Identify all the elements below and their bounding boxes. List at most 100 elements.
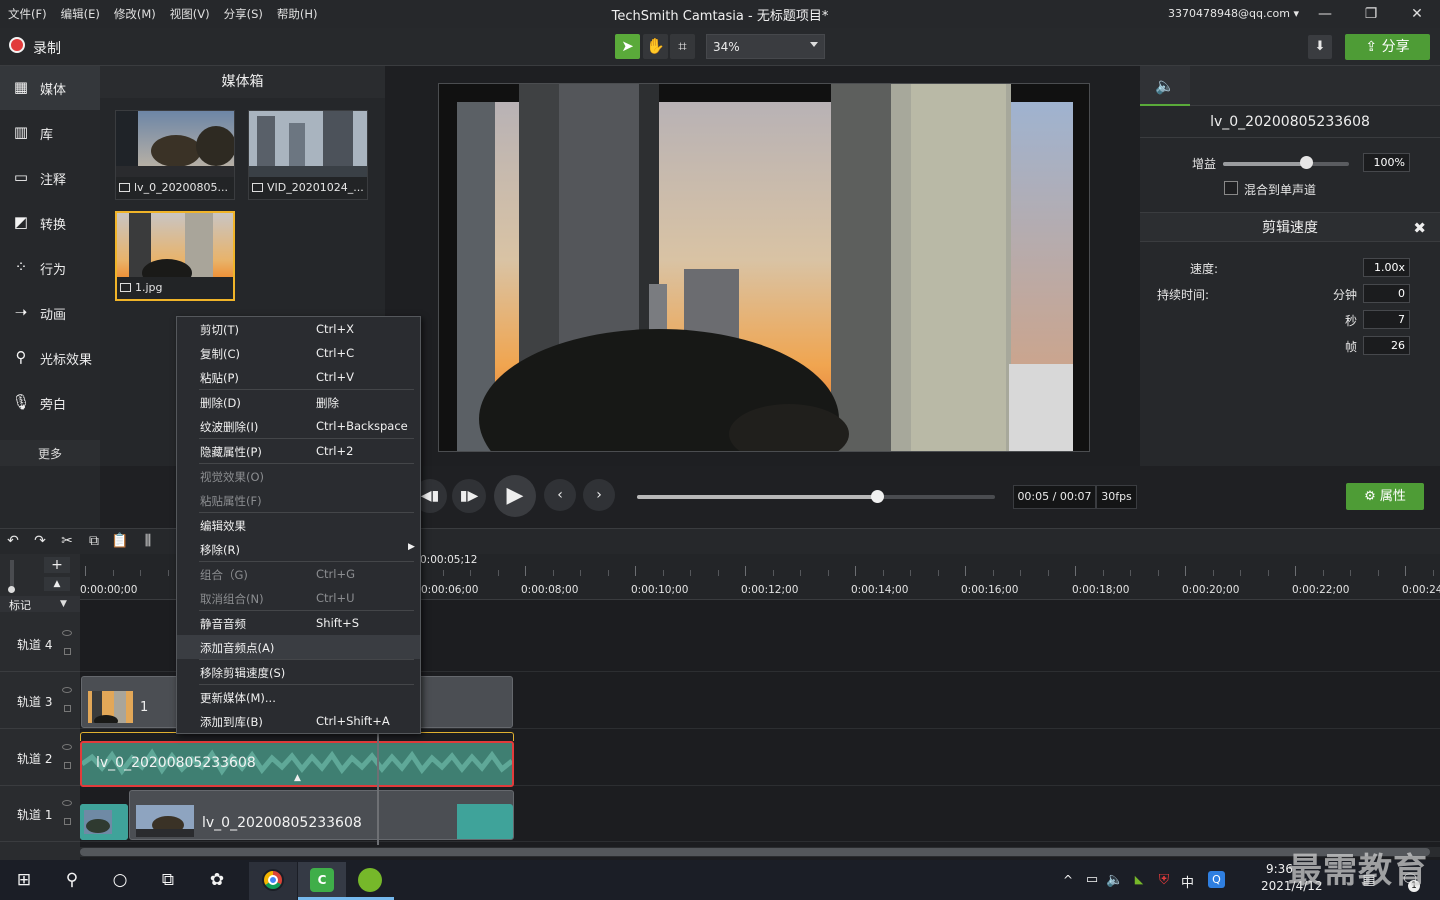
lock-icon[interactable]	[64, 762, 71, 769]
lock-icon[interactable]	[64, 705, 71, 712]
audio-segment	[457, 804, 513, 839]
timeline-scrollbar[interactable]	[80, 847, 1440, 857]
minimize-icon[interactable]: —	[1315, 4, 1335, 24]
lock-icon[interactable]	[64, 818, 71, 825]
crop-tool-icon[interactable]: ⌗	[670, 34, 695, 59]
copy-icon[interactable]: ⧉	[84, 531, 104, 551]
properties-button[interactable]: ⚙ 属性	[1346, 483, 1424, 510]
ime-indicator[interactable]: 中	[1181, 872, 1194, 891]
play-icon[interactable]: ▶	[494, 475, 536, 517]
media-item[interactable]: lv_0_20200805...	[115, 110, 235, 200]
transition-clip[interactable]	[80, 804, 128, 840]
mono-checkbox[interactable]	[1224, 181, 1238, 195]
eye-icon[interactable]	[62, 744, 72, 750]
zoom-slider-handle[interactable]	[8, 586, 15, 593]
menu-item-update-media[interactable]: 更新媒体(M)...	[177, 685, 420, 709]
next-icon[interactable]: ›	[583, 479, 615, 511]
track-name: 轨道 1	[17, 808, 53, 822]
menu-item-remove-clip-speed[interactable]: 移除剪辑速度(S)	[177, 660, 420, 684]
menu-item-remove[interactable]: 移除(R) ▶	[177, 537, 420, 561]
preview-canvas[interactable]	[438, 83, 1090, 452]
eye-icon[interactable]	[62, 687, 72, 693]
sidebar-item-media[interactable]: ▦ 媒体	[0, 66, 100, 110]
shield-icon[interactable]: ⛨	[1150, 866, 1178, 894]
playback-handle[interactable]	[870, 490, 884, 503]
media-item[interactable]: VID_20201024_...	[248, 110, 368, 200]
zoom-in-icon[interactable]: +	[44, 557, 70, 573]
redo-icon[interactable]: ↷	[30, 531, 50, 551]
menu-item-paste[interactable]: 粘贴(P) Ctrl+V	[177, 365, 420, 389]
record-icon[interactable]	[9, 37, 25, 53]
menu-item-delete[interactable]: 删除(D) 删除	[177, 390, 420, 414]
track-2-header[interactable]: 轨道 2	[0, 730, 80, 786]
account-menu[interactable]: 3370478948@qq.com ▾	[1168, 7, 1299, 20]
green-app-icon[interactable]	[358, 868, 382, 892]
gain-slider[interactable]	[1223, 162, 1349, 166]
chevron-down-icon[interactable]: ▼	[60, 599, 67, 609]
gain-slider-handle[interactable]	[1300, 156, 1314, 169]
sidebar-item-voice-narration[interactable]: 🎙 旁白	[0, 381, 100, 425]
qq-icon[interactable]: Q	[1208, 871, 1225, 888]
step-forward-icon[interactable]: ▮▶	[452, 479, 486, 513]
undo-icon[interactable]: ↶	[3, 531, 23, 551]
clip-speed-section: 剪辑速度 ✖	[1140, 212, 1440, 242]
speed-field[interactable]: 1.00x	[1363, 258, 1410, 277]
sidebar-item-library[interactable]: ▥ 库	[0, 111, 100, 155]
chevron-up-icon[interactable]: ▲	[44, 577, 70, 591]
sidebar-item-cursor-effects[interactable]: ⚲ 光标效果	[0, 336, 100, 380]
video-clip[interactable]: lv_0_20200805233608	[129, 790, 514, 840]
nvidia-icon[interactable]: ◣	[1125, 866, 1153, 894]
restore-icon[interactable]: ❐	[1361, 4, 1381, 24]
pinwheel-app-icon[interactable]: ✿	[203, 866, 231, 894]
track-1-header[interactable]: 轨道 1	[0, 786, 80, 842]
ruler-label: 0:00:06;00	[421, 584, 479, 596]
menu-item-hide-properties[interactable]: 隐藏属性(P) Ctrl+2	[177, 439, 420, 463]
eye-icon[interactable]	[62, 630, 72, 636]
close-icon[interactable]: ✖	[1413, 213, 1426, 243]
menu-item-copy[interactable]: 复制(C) Ctrl+C	[177, 341, 420, 365]
sidebar-item-animation[interactable]: ➝ 动画	[0, 291, 100, 335]
cortana-icon[interactable]: ○	[106, 866, 134, 894]
menu-item-add-audio-point[interactable]: 添加音频点(A)	[177, 635, 420, 659]
menu-item-mute-audio[interactable]: 静音音频 Shift+S	[177, 611, 420, 635]
close-icon[interactable]: ✕	[1407, 4, 1427, 24]
menu-item-label: 组合（G)	[200, 568, 248, 582]
share-button[interactable]: ⇪ 分享	[1345, 34, 1430, 60]
split-icon[interactable]: ⫼	[138, 531, 158, 551]
paste-icon[interactable]: 📋	[110, 531, 130, 551]
menu-item-edit-effects[interactable]: 编辑效果	[177, 513, 420, 537]
select-tool-icon[interactable]: ➤	[615, 34, 640, 59]
sidebar-item-behavior[interactable]: ⁘ 行为	[0, 246, 100, 290]
ruler-label: 0:00:24	[1402, 584, 1440, 596]
download-icon[interactable]: ⬇	[1308, 35, 1332, 59]
record-button[interactable]: 录制	[33, 38, 61, 58]
animation-icon: ➝	[14, 303, 28, 321]
sidebar-item-transition[interactable]: ◩ 转换	[0, 201, 100, 245]
ruler-tick	[992, 570, 994, 576]
eye-icon[interactable]	[62, 800, 72, 806]
track-3-header[interactable]: 轨道 3	[0, 673, 80, 729]
search-icon[interactable]: ⚲	[58, 866, 86, 894]
audio-clip-selected[interactable]: lv_0_20200805233608 ▲	[80, 741, 514, 787]
sidebar-item-annotation[interactable]: ▭ 注释	[0, 156, 100, 200]
chevron-up-icon[interactable]: ▲	[294, 773, 301, 783]
media-item-selected[interactable]: 1.jpg	[115, 211, 235, 301]
pan-tool-icon[interactable]: ✋	[643, 34, 668, 59]
zoom-select[interactable]: 34%	[706, 34, 825, 59]
scrollbar-thumb[interactable]	[80, 848, 1430, 856]
speaker-icon[interactable]: 🔈	[1140, 66, 1190, 106]
lock-icon[interactable]	[64, 648, 71, 655]
minutes-field[interactable]: 0	[1363, 284, 1410, 303]
seconds-field[interactable]: 7	[1363, 310, 1410, 329]
more-button[interactable]: 更多	[38, 445, 62, 462]
windows-start-icon[interactable]: ⊞	[10, 866, 38, 894]
task-view-icon[interactable]: ⧉	[154, 866, 182, 894]
frames-field[interactable]: 26	[1363, 336, 1410, 355]
gain-value-field[interactable]: 100%	[1363, 153, 1410, 172]
menu-item-cut[interactable]: 剪切(T) Ctrl+X	[177, 317, 420, 341]
cut-icon[interactable]: ✂	[57, 531, 77, 551]
previous-icon[interactable]: ‹	[544, 479, 576, 511]
menu-item-add-to-library[interactable]: 添加到库(B) Ctrl+Shift+A	[177, 709, 420, 733]
menu-item-ripple-delete[interactable]: 纹波删除(I) Ctrl+Backspace	[177, 414, 420, 438]
track-4-header[interactable]: 轨道 4	[0, 616, 80, 672]
